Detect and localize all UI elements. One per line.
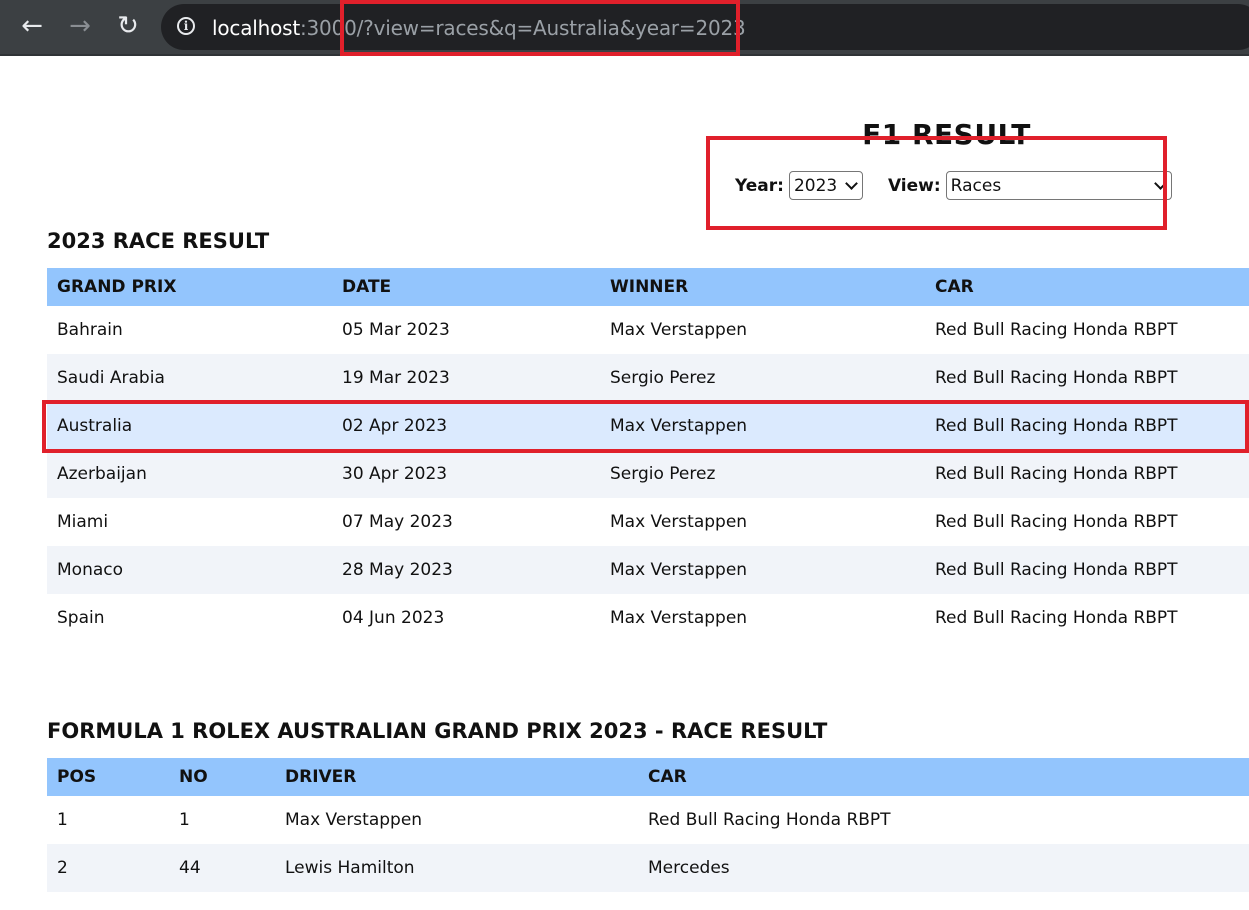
race-row-bahrain[interactable]: Bahrain 05 Mar 2023 Max Verstappen Red B… (47, 306, 1249, 354)
cell-date: 05 Mar 2023 (342, 320, 450, 340)
column-header-car[interactable]: CAR (638, 758, 1249, 796)
url-path: :3000/?view=races&q=Australia&year=2023 (299, 16, 746, 40)
chevron-down-icon (1153, 176, 1167, 190)
year-select-value: 2023 (793, 175, 838, 196)
cell-car: Red Bull Racing Honda RBPT (935, 512, 1178, 532)
race-row-azerbaijan[interactable]: Azerbaijan 30 Apr 2023 Sergio Perez Red … (47, 450, 1249, 498)
races-table: GRAND PRIX DATE WINNER CAR Bahrain 05 Ma… (47, 268, 1249, 642)
cell-date: 07 May 2023 (342, 512, 453, 532)
cell-date: 30 Apr 2023 (342, 464, 448, 484)
result-row: 1 1 Max Verstappen Red Bull Racing Honda… (47, 796, 1249, 844)
chevron-down-icon (845, 176, 858, 190)
forward-arrow-icon[interactable]: → (62, 8, 98, 44)
race-detail-title: FORMULA 1 ROLEX AUSTRALIAN GRAND PRIX 20… (47, 719, 828, 743)
view-label: View: (887, 175, 941, 196)
cell-car: Red Bull Racing Honda RBPT (935, 368, 1178, 388)
cell-winner: Max Verstappen (610, 560, 748, 580)
year-label: Year: (735, 175, 784, 196)
race-detail-header: POS NO DRIVER CAR (47, 758, 1249, 796)
column-header-driver[interactable]: DRIVER (275, 758, 638, 796)
view-select[interactable]: Races (945, 171, 1172, 200)
column-header-car[interactable]: CAR (925, 268, 1249, 306)
races-table-title: 2023 RACE RESULT (47, 229, 270, 253)
cell-pos: 2 (57, 858, 68, 878)
cell-date: 04 Jun 2023 (342, 608, 445, 628)
cell-grand-prix: Monaco (57, 560, 124, 580)
cell-grand-prix: Australia (57, 416, 133, 436)
cell-grand-prix: Spain (57, 608, 105, 628)
cell-grand-prix: Miami (57, 512, 109, 532)
race-row-saudi-arabia[interactable]: Saudi Arabia 19 Mar 2023 Sergio Perez Re… (47, 354, 1249, 402)
url-host: localhost (212, 16, 300, 40)
cell-grand-prix: Azerbaijan (57, 464, 147, 484)
race-row-miami[interactable]: Miami 07 May 2023 Max Verstappen Red Bul… (47, 498, 1249, 546)
cell-car: Red Bull Racing Honda RBPT (935, 464, 1178, 484)
url-text: localhost:3000/?view=races&q=Australia&y… (212, 16, 746, 40)
races-table-header: GRAND PRIX DATE WINNER CAR (47, 268, 1249, 306)
cell-grand-prix: Saudi Arabia (57, 368, 165, 388)
cell-winner: Max Verstappen (610, 416, 748, 436)
result-row: 2 44 Lewis Hamilton Mercedes (47, 844, 1249, 892)
race-row-monaco[interactable]: Monaco 28 May 2023 Max Verstappen Red Bu… (47, 546, 1249, 594)
year-select[interactable]: 2023 (788, 171, 863, 200)
cell-car: Red Bull Racing Honda RBPT (648, 810, 891, 830)
cell-car: Red Bull Racing Honda RBPT (935, 416, 1178, 436)
browser-toolbar: ← → ↻ i localhost:3000/?view=races&q=Aus… (0, 0, 1249, 56)
address-bar[interactable]: i localhost:3000/?view=races&q=Australia… (161, 4, 1249, 50)
cell-car: Red Bull Racing Honda RBPT (935, 608, 1178, 628)
cell-date: 28 May 2023 (342, 560, 453, 580)
cell-winner: Max Verstappen (610, 512, 748, 532)
cell-grand-prix: Bahrain (57, 320, 123, 340)
cell-winner: Sergio Perez (610, 368, 716, 388)
cell-no: 1 (179, 810, 190, 830)
view-select-value: Races (950, 175, 1002, 196)
column-header-winner[interactable]: WINNER (600, 268, 925, 306)
reload-icon[interactable]: ↻ (110, 8, 146, 44)
cell-date: 19 Mar 2023 (342, 368, 450, 388)
race-row-australia[interactable]: Australia 02 Apr 2023 Max Verstappen Red… (47, 402, 1249, 450)
race-detail-table: POS NO DRIVER CAR 1 1 Max Verstappen Red… (47, 758, 1249, 892)
cell-pos: 1 (57, 810, 68, 830)
page-title: F1 RESULT (862, 118, 1031, 151)
cell-winner: Max Verstappen (610, 608, 748, 628)
race-row-spain[interactable]: Spain 04 Jun 2023 Max Verstappen Red Bul… (47, 594, 1249, 642)
column-header-no[interactable]: NO (169, 758, 275, 796)
cell-date: 02 Apr 2023 (342, 416, 448, 436)
cell-driver: Max Verstappen (285, 810, 423, 830)
column-header-date[interactable]: DATE (332, 268, 600, 306)
column-header-pos[interactable]: POS (47, 758, 169, 796)
filter-controls: Year: 2023 View: Races (735, 171, 1172, 200)
cell-no: 44 (179, 858, 201, 878)
column-header-grand-prix[interactable]: GRAND PRIX (47, 268, 332, 306)
cell-winner: Max Verstappen (610, 320, 748, 340)
back-arrow-icon[interactable]: ← (14, 8, 50, 44)
cell-car: Mercedes (648, 858, 730, 878)
cell-car: Red Bull Racing Honda RBPT (935, 560, 1178, 580)
site-info-icon[interactable]: i (177, 17, 195, 35)
cell-car: Red Bull Racing Honda RBPT (935, 320, 1178, 340)
cell-winner: Sergio Perez (610, 464, 716, 484)
cell-driver: Lewis Hamilton (285, 858, 415, 878)
